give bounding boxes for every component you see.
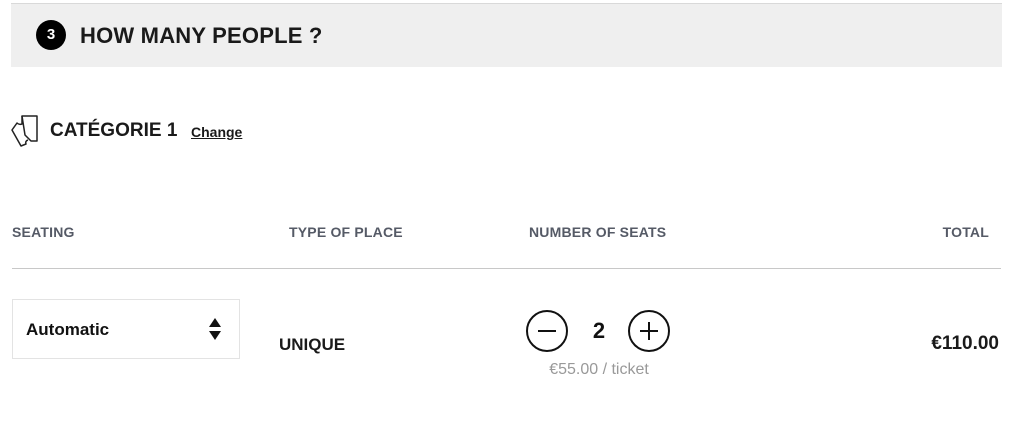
minus-icon bbox=[538, 330, 556, 332]
seat-count: 2 bbox=[592, 318, 606, 343]
increase-seats-button[interactable] bbox=[628, 310, 670, 352]
decrease-seats-button[interactable] bbox=[526, 310, 568, 352]
unit-price: €55.00 / ticket bbox=[549, 361, 649, 378]
seating-selected-value: Automatic bbox=[26, 320, 110, 339]
step-header: 3 HOW MANY PEOPLE ? bbox=[11, 3, 1002, 67]
seating-select[interactable]: Automatic bbox=[12, 299, 240, 359]
column-header-seating: SEATING bbox=[12, 224, 75, 240]
step-number-badge: 3 bbox=[36, 20, 66, 50]
plus-icon bbox=[640, 322, 658, 340]
category-row: CATÉGORIE 1 Change bbox=[11, 114, 271, 148]
step-title: HOW MANY PEOPLE ? bbox=[80, 23, 323, 48]
change-category-link[interactable]: Change bbox=[191, 124, 242, 140]
column-header-total: TOTAL bbox=[942, 224, 989, 240]
ticket-icon bbox=[11, 115, 38, 147]
category-label: CATÉGORIE 1 bbox=[50, 120, 178, 141]
column-header-number-of-seats: NUMBER OF SEATS bbox=[529, 224, 667, 240]
table-divider bbox=[12, 268, 1001, 269]
total-price: €110.00 bbox=[931, 333, 999, 354]
sort-arrows-icon bbox=[209, 318, 221, 340]
type-of-place-value: UNIQUE bbox=[279, 335, 346, 354]
column-header-type-of-place: TYPE OF PLACE bbox=[289, 224, 403, 240]
